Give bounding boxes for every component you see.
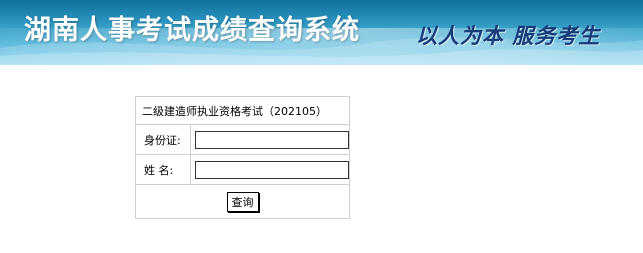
query-form: 二级建造师执业资格考试（202105） 身份证: 姓 名: 查询 xyxy=(135,96,350,219)
name-input[interactable] xyxy=(195,160,349,179)
name-field-cell xyxy=(190,154,350,185)
page-title: 湖南人事考试成绩查询系统 xyxy=(24,15,360,46)
query-button[interactable]: 查询 xyxy=(226,191,259,212)
banner-slogan: 以人为本 服务考生 xyxy=(416,23,601,48)
name-label: 姓 名: xyxy=(135,154,191,185)
id-label: 身份证: xyxy=(135,124,191,155)
name-row: 姓 名: xyxy=(135,154,350,185)
id-number-input[interactable] xyxy=(195,130,349,149)
exam-title: 二级建造师执业资格考试（202105） xyxy=(135,96,350,125)
submit-cell: 查询 xyxy=(135,184,350,219)
id-field-cell xyxy=(190,124,350,155)
submit-row: 查询 xyxy=(135,184,350,219)
header-banner: 湖南人事考试成绩查询系统 以人为本 服务考生 xyxy=(0,0,643,65)
id-row: 身份证: xyxy=(135,124,350,155)
exam-title-row: 二级建造师执业资格考试（202105） xyxy=(135,96,350,125)
